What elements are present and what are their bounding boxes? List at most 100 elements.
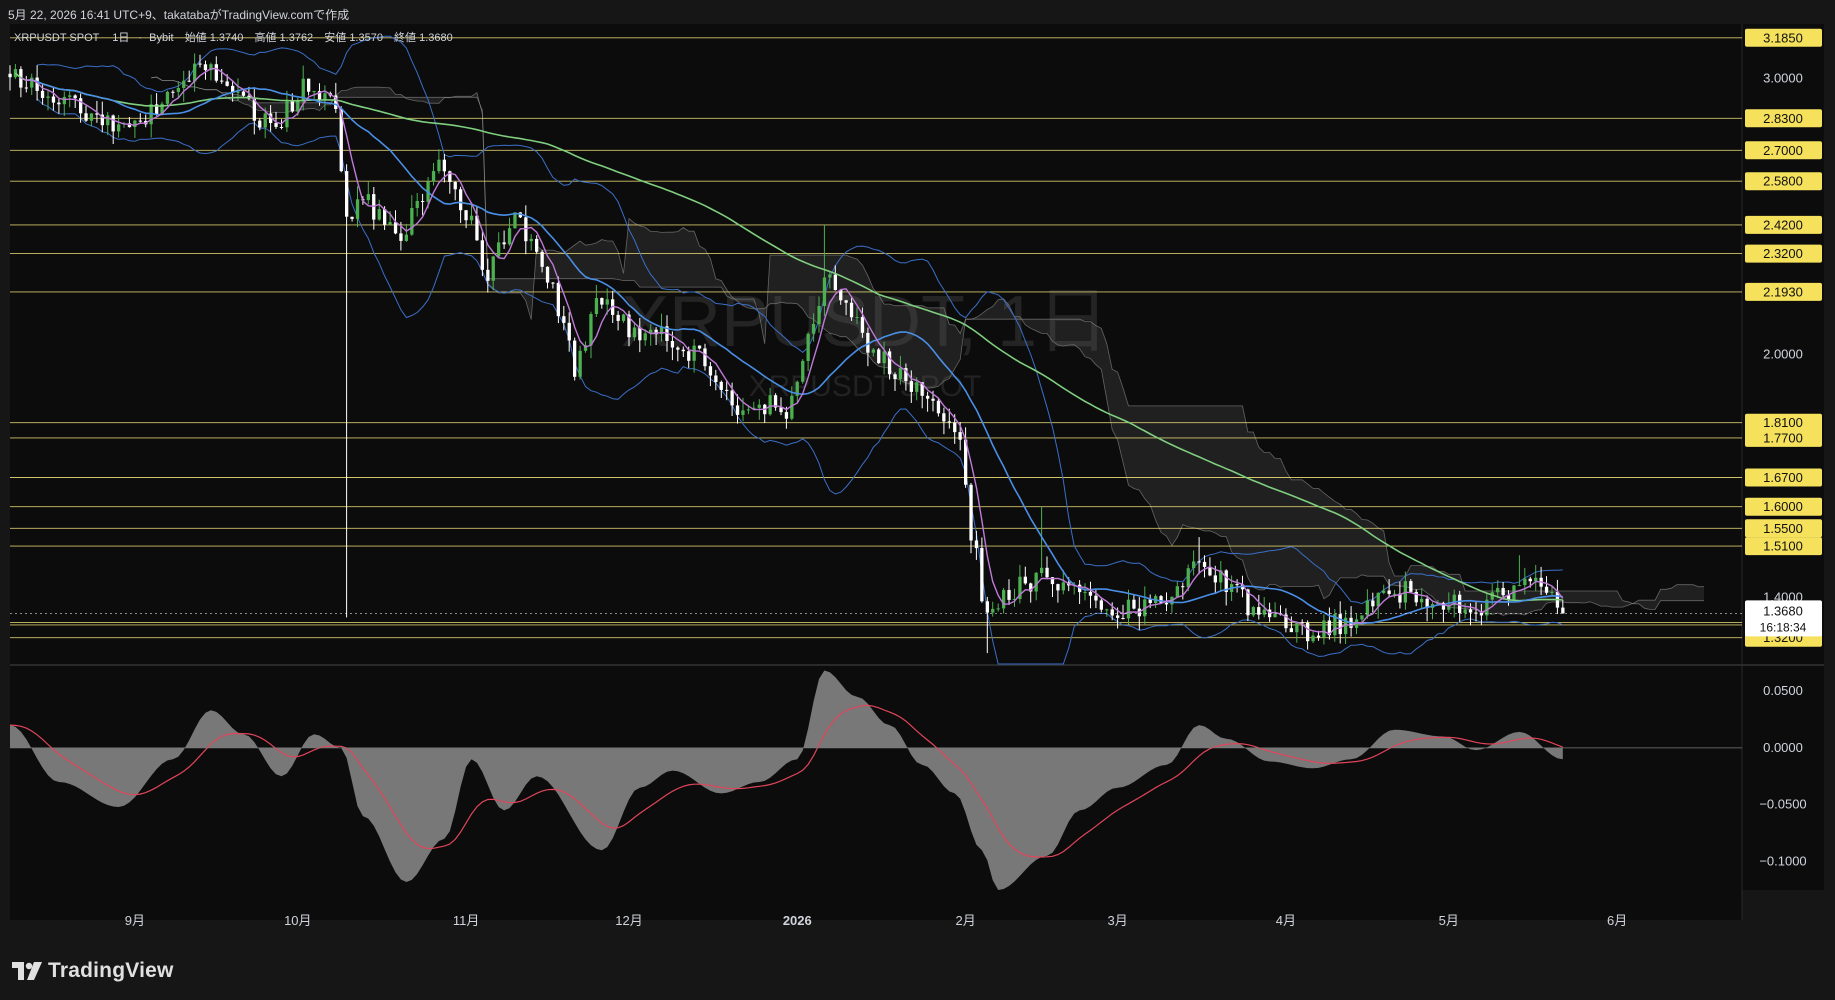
candle-body [1311, 635, 1315, 642]
candle-body [855, 317, 859, 318]
candle-body [1121, 618, 1125, 619]
level-badge: 2.1930 [1745, 282, 1822, 301]
candle-body [670, 341, 675, 348]
candle-body [1202, 561, 1207, 567]
candle-body [1208, 567, 1212, 576]
legend-close: 1.3680 [419, 32, 453, 44]
candle-body [643, 333, 647, 341]
candle-body [111, 115, 115, 132]
legend-high: 1.3762 [280, 32, 314, 44]
candle-body [1289, 628, 1293, 633]
candle-body [296, 101, 300, 112]
candle-body [822, 277, 827, 306]
level-badge-label: 2.1930 [1763, 284, 1803, 299]
last-price-value: 1.3680 [1763, 603, 1803, 618]
candle-body [1186, 568, 1190, 588]
macd-pane[interactable] [10, 666, 1742, 890]
level-badge-label: 3.1850 [1763, 30, 1803, 45]
tradingview-logo-icon [12, 962, 42, 980]
level-badge-label: 2.8300 [1763, 111, 1803, 126]
candle-body [165, 91, 170, 104]
candle-body [274, 123, 278, 127]
legend-exchange: Bybit [149, 32, 173, 44]
candle-body [578, 350, 582, 377]
candle-body [117, 124, 121, 132]
price-tick-label: 2.0000 [1763, 347, 1803, 362]
candle-body [1544, 586, 1549, 593]
candle-body [725, 389, 729, 391]
candle-body [24, 87, 28, 89]
candle-body [84, 113, 88, 121]
candle-body [1360, 615, 1364, 620]
candle-body [1175, 586, 1179, 597]
candle-body [871, 349, 875, 353]
chart-container[interactable]: XRPUSDT, 1日 XRPUSDT SPOT 3.0000 2.0000 1.4… [0, 24, 1835, 959]
candle-body [193, 63, 197, 82]
candle-body [833, 274, 837, 290]
candle-body [1468, 609, 1473, 613]
candle-body [545, 266, 550, 283]
candle-body [996, 608, 1000, 610]
tradingview-logo[interactable]: TradingView [12, 957, 174, 985]
candle-body [887, 351, 892, 375]
candle-body [839, 290, 843, 301]
candle-body [958, 432, 962, 440]
candle-body [741, 410, 745, 415]
time-tick-label: 6月 [1607, 913, 1627, 928]
candle-body [263, 113, 267, 128]
candle-body [106, 115, 110, 126]
level-badge: 2.4200 [1745, 215, 1822, 234]
candle-body [1322, 620, 1326, 638]
candle-body [388, 222, 392, 225]
candle-body [681, 349, 685, 352]
candle [513, 212, 517, 229]
time-tick-label: 2026 [783, 913, 812, 928]
candle-body [730, 390, 734, 406]
candle-body [1517, 585, 1522, 587]
candle-body [1110, 609, 1114, 616]
candle-body [46, 96, 50, 98]
level-badge: 2.5800 [1745, 172, 1822, 191]
tradingview-chart[interactable]: XRPUSDT, 1日 XRPUSDT SPOT 3.00002.00001.4… [0, 24, 1835, 954]
candle-body [1088, 591, 1093, 596]
candle-body [676, 347, 680, 350]
candle-body [1045, 567, 1049, 578]
candle-body [469, 215, 474, 221]
candle-body [1295, 622, 1299, 633]
candle-body [714, 375, 718, 382]
macd-tick-label: 0.0000 [1763, 740, 1803, 755]
candle-body [1392, 593, 1397, 595]
candle-body [241, 91, 246, 96]
level-badge-label: 1.8100 [1763, 415, 1803, 430]
legend-open: 1.3740 [210, 32, 244, 44]
candle-body [507, 228, 512, 245]
candle-body [1338, 614, 1342, 635]
candle-body [1235, 584, 1239, 586]
candle-body [817, 306, 821, 324]
candle-body [502, 242, 506, 245]
candle-body [953, 422, 957, 433]
candle-body [529, 238, 533, 242]
candle-body [350, 216, 354, 219]
candle-body [1040, 567, 1044, 573]
candle-body [893, 374, 897, 380]
time-axis[interactable] [10, 890, 1742, 920]
candle-body [980, 548, 984, 602]
candle-body [480, 240, 484, 270]
candle-body [1132, 599, 1136, 609]
candle-body [991, 608, 995, 613]
candle-body [214, 64, 218, 81]
level-badge-label: 1.6700 [1763, 470, 1803, 485]
candle-body [746, 409, 751, 411]
price-tick-label: 3.0000 [1763, 71, 1803, 86]
level-badge: 2.3200 [1745, 244, 1822, 263]
candle-body [8, 73, 12, 78]
candle-body [638, 327, 642, 341]
candle-body [811, 324, 816, 334]
candle-body [279, 127, 284, 128]
level-badge: 1.6700 [1745, 468, 1822, 487]
candle-body [898, 368, 903, 380]
level-badge: 1.5500 [1745, 519, 1822, 538]
legend-open-label: 始値 [185, 30, 207, 44]
candle-body [497, 242, 501, 257]
